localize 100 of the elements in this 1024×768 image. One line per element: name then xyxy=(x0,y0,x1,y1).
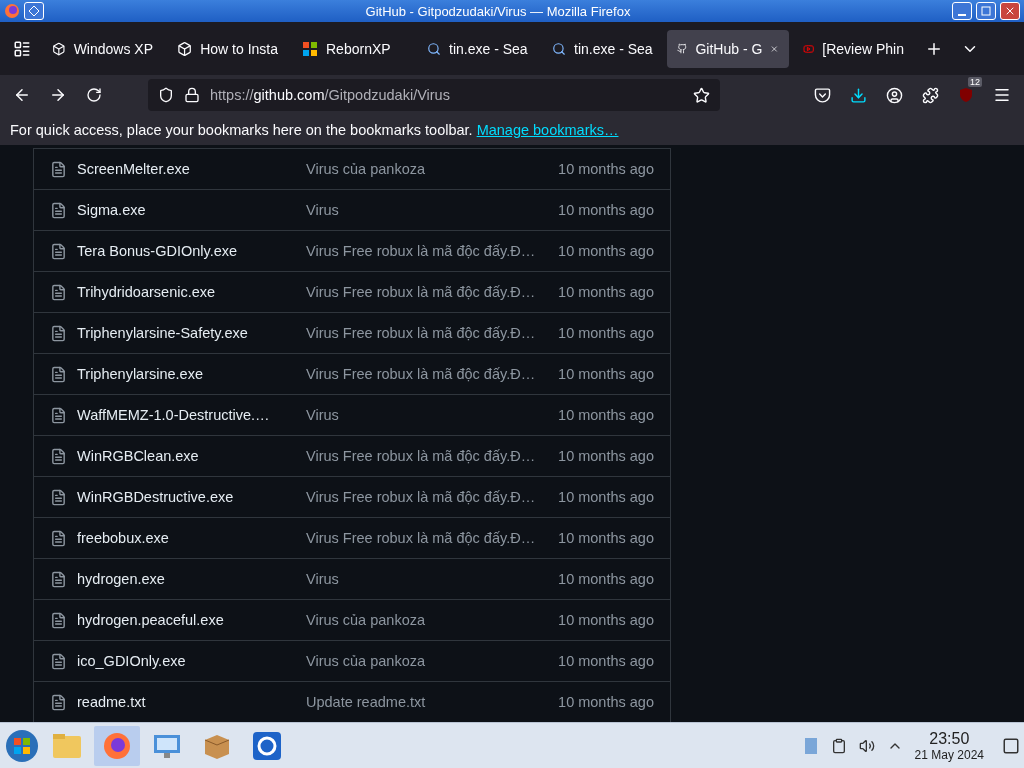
browser-tab[interactable]: How to Insta xyxy=(167,29,288,68)
tab-title: [Review Phin xyxy=(822,40,904,57)
file-name-link[interactable]: ico_GDIOnly.exe xyxy=(77,653,306,669)
back-icon[interactable] xyxy=(13,86,31,104)
commit-time: 10 months ago xyxy=(558,571,654,587)
tab-title: RebornXP xyxy=(326,40,392,57)
address-bar[interactable]: https://github.com/Gitpodzudaki/Virus xyxy=(148,79,720,111)
browser-tab[interactable]: GitHub - G xyxy=(667,29,789,68)
clock-date: 21 May 2024 xyxy=(914,747,984,762)
search-icon xyxy=(427,41,441,56)
file-name-link[interactable]: Triphenylarsine.exe xyxy=(77,366,306,382)
search-icon xyxy=(552,41,566,56)
window-title: GitHub - Gitpodzudaki/Virus — Mozilla Firefox xyxy=(364,3,632,19)
commit-message-link[interactable]: Virus Free robux là mã độc đấy.Đ… xyxy=(306,489,559,505)
file-name-link[interactable]: readme.txt xyxy=(77,694,306,710)
firefox-taskbar-icon[interactable] xyxy=(94,725,140,766)
bookmark-star-icon[interactable] xyxy=(693,86,710,104)
commit-message-link[interactable]: Virus Free robux là mã độc đấy.Đ… xyxy=(306,243,559,259)
close-icon xyxy=(1004,5,1016,17)
commit-message-link[interactable]: Virus của pankoza xyxy=(306,653,559,669)
commit-time: 10 months ago xyxy=(558,653,654,669)
file-name-link[interactable]: Tera Bonus-GDIOnly.exe xyxy=(77,243,306,259)
clock-time: 23:50 xyxy=(929,729,970,748)
clock[interactable]: 23:50 21 May 2024 xyxy=(914,729,984,762)
file-icon xyxy=(50,406,67,424)
file-name-link[interactable]: hydrogen.exe xyxy=(77,571,306,587)
file-icon xyxy=(50,201,67,219)
file-icon xyxy=(50,529,67,547)
file-name-link[interactable]: hydrogen.peaceful.exe xyxy=(77,612,306,628)
browser-tab[interactable]: RebornXP xyxy=(292,29,413,68)
badge-count: 12 xyxy=(968,77,982,87)
browser-tab[interactable]: Windows XP xyxy=(42,29,163,68)
file-name-link[interactable]: freebobux.exe xyxy=(77,530,306,546)
commit-time: 10 months ago xyxy=(558,694,654,710)
browser-tab[interactable]: tin.exe - Sea xyxy=(542,29,663,68)
show-desktop-icon[interactable] xyxy=(1002,736,1020,755)
commit-message-link[interactable]: Virus của pankoza xyxy=(306,161,559,177)
download-icon[interactable] xyxy=(849,86,867,104)
commit-message-link[interactable]: Virus xyxy=(306,202,559,218)
file-icon xyxy=(50,611,67,629)
tab-title: tin.exe - Sea xyxy=(449,40,528,57)
commit-message-link[interactable]: Virus của pankoza xyxy=(306,612,559,628)
volume-icon[interactable] xyxy=(858,737,875,754)
file-name-link[interactable]: WinRGBClean.exe xyxy=(77,448,306,464)
commit-message-link[interactable]: Virus Free robux là mã độc đấy.Đ… xyxy=(306,366,559,382)
start-button[interactable] xyxy=(4,727,40,764)
commit-message-link[interactable]: Virus Free robux là mã độc đấy.Đ… xyxy=(306,325,559,341)
maximize-button[interactable] xyxy=(976,2,996,20)
file-name-link[interactable]: WinRGBDestructive.exe xyxy=(77,489,306,505)
url-text: https://github.com/Gitpodzudaki/Virus xyxy=(210,87,451,103)
menu-icon[interactable] xyxy=(993,86,1011,104)
account-icon[interactable] xyxy=(885,86,903,104)
file-name-link[interactable]: Triphenylarsine-Safety.exe xyxy=(77,325,306,341)
minimize-button[interactable] xyxy=(952,2,972,20)
file-icon xyxy=(50,447,67,465)
file-name-link[interactable]: WaffMEMZ-1.0-Destructive.… xyxy=(77,407,306,423)
commit-message-link[interactable]: Virus Free robux là mã độc đấy.Đ… xyxy=(306,530,559,546)
file-icon xyxy=(50,488,67,506)
minimize-icon xyxy=(958,14,966,16)
commit-time: 10 months ago xyxy=(558,366,654,382)
diamond-icon xyxy=(29,6,39,16)
tab-title: Windows XP xyxy=(73,40,153,57)
file-icon xyxy=(50,693,67,711)
reload-icon[interactable] xyxy=(86,87,102,103)
tab-title: GitHub - G xyxy=(695,40,763,57)
file-name-link[interactable]: Sigma.exe xyxy=(77,202,306,218)
commit-time: 10 months ago xyxy=(558,489,654,505)
file-icon xyxy=(50,242,67,260)
forward-icon[interactable] xyxy=(49,86,67,104)
commit-time: 10 months ago xyxy=(558,448,654,464)
commit-message-link[interactable]: Update readme.txt xyxy=(306,694,559,710)
commit-time: 10 months ago xyxy=(558,161,654,177)
maximize-icon xyxy=(981,6,991,16)
file-name-link[interactable]: Trihydridoarsenic.exe xyxy=(77,284,306,300)
file-icon xyxy=(50,324,67,342)
tab-overview-icon[interactable] xyxy=(13,39,31,58)
file-icon xyxy=(50,570,67,588)
cube-icon xyxy=(177,40,193,57)
commit-time: 10 months ago xyxy=(558,202,654,218)
file-name-link[interactable]: ScreenMelter.exe xyxy=(77,161,306,177)
commit-message-link[interactable]: Virus Free robux là mã độc đấy.Đ… xyxy=(306,448,559,464)
browser-tab[interactable]: [Review Phin xyxy=(793,29,914,68)
commit-message-link[interactable]: Virus xyxy=(306,407,559,423)
file-icon xyxy=(50,160,67,178)
commit-message-link[interactable]: Virus Free robux là mã độc đấy.Đ… xyxy=(306,284,559,300)
commit-message-link[interactable]: Virus xyxy=(306,571,559,587)
commit-time: 10 months ago xyxy=(558,407,654,423)
commit-time: 10 months ago xyxy=(558,243,654,259)
tab-title: tin.exe - Sea xyxy=(574,40,653,57)
shield-icon xyxy=(158,87,174,103)
browser-tab[interactable]: tin.exe - Sea xyxy=(417,29,538,68)
clipboard-icon[interactable] xyxy=(830,737,847,754)
file-icon xyxy=(50,283,67,301)
puzzle-icon[interactable] xyxy=(921,86,939,104)
pocket-icon[interactable] xyxy=(813,86,831,104)
close-button[interactable] xyxy=(1000,2,1020,20)
manage-bookmarks-link[interactable]: Manage bookmarks… xyxy=(476,122,619,138)
commit-time: 10 months ago xyxy=(558,325,654,341)
lock-icon xyxy=(184,87,200,103)
window-menu-button[interactable] xyxy=(24,2,44,20)
